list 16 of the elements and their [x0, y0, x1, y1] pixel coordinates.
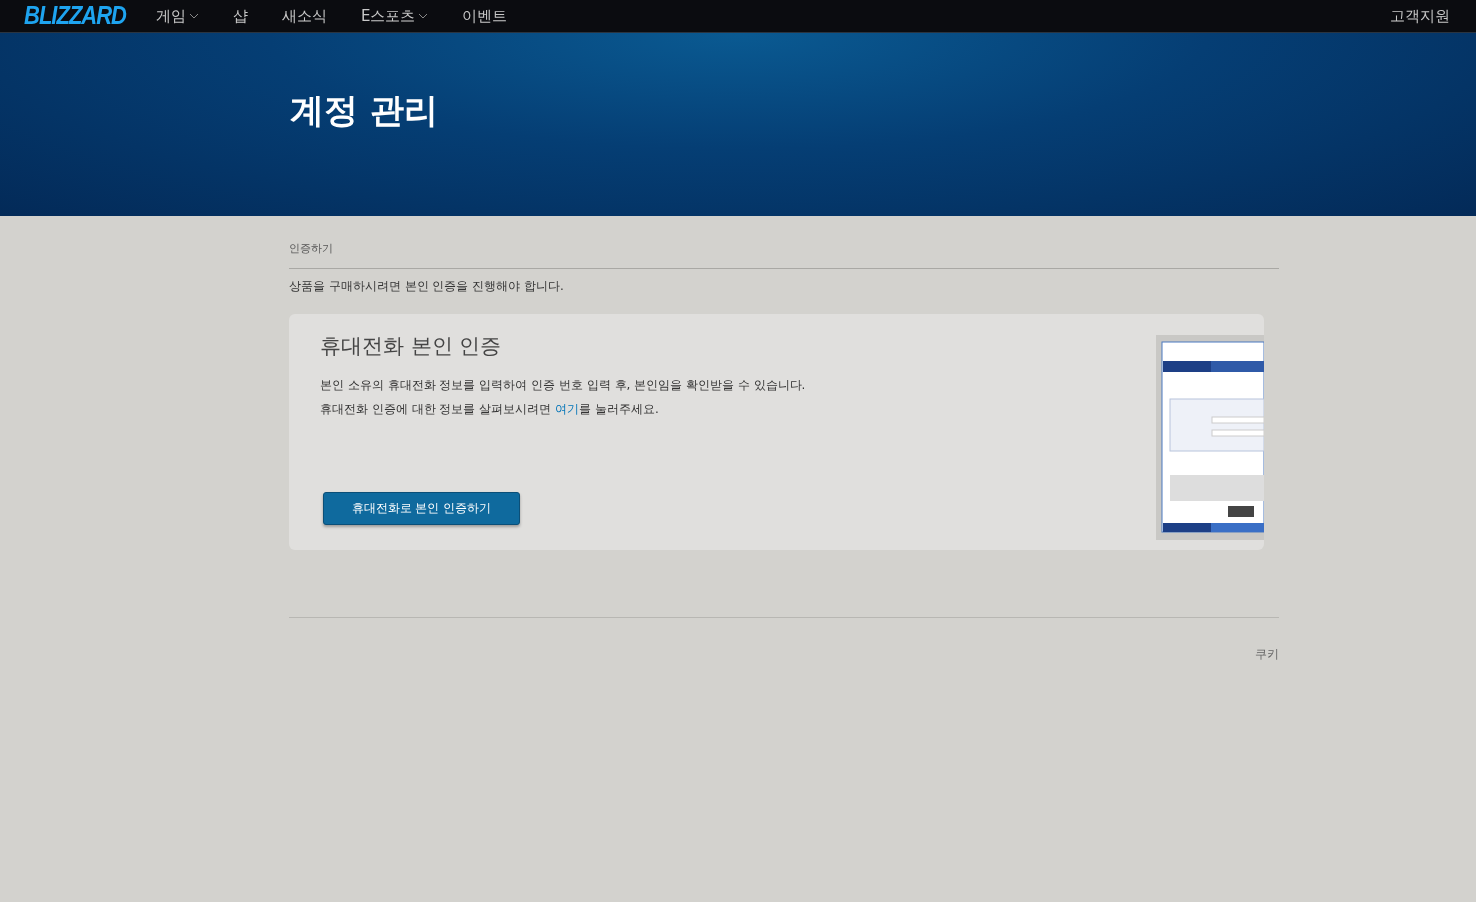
info-link[interactable]: 여기	[555, 402, 580, 416]
nav-link[interactable]: 새소식	[282, 6, 327, 26]
description-text: 본인 소유의 휴대전화 정보를 입력하여 인증 번호 입력 후, 본인임을 확인받을 수 있습니다.	[320, 378, 807, 393]
support-link[interactable]: 고객지원	[1390, 6, 1450, 26]
nav-link[interactable]: E스포츠	[361, 6, 429, 26]
logo[interactable]: BLIZZARD	[24, 0, 126, 32]
nav-link[interactable]: 게임	[156, 6, 199, 26]
page-title: 계정 관리	[290, 88, 438, 132]
verify-button[interactable]: 휴대전화로 본인 인증하기	[323, 492, 520, 525]
notice-text: 상품을 구매하시려면 본인 인증을 진행해야 합니다.	[289, 278, 565, 295]
cookie-link[interactable]: 쿠키	[1255, 646, 1279, 663]
breadcrumb: 인증하기	[289, 216, 1279, 269]
card-title: 휴대전화 본인 인증	[320, 333, 503, 360]
nav-link[interactable]: 샵	[233, 6, 248, 26]
info-text: 휴대전화 인증에 대한 정보를 살펴보시려면 여기 를 눌러주세요.	[320, 402, 660, 417]
nav-link[interactable]: 이벤트	[462, 6, 508, 26]
